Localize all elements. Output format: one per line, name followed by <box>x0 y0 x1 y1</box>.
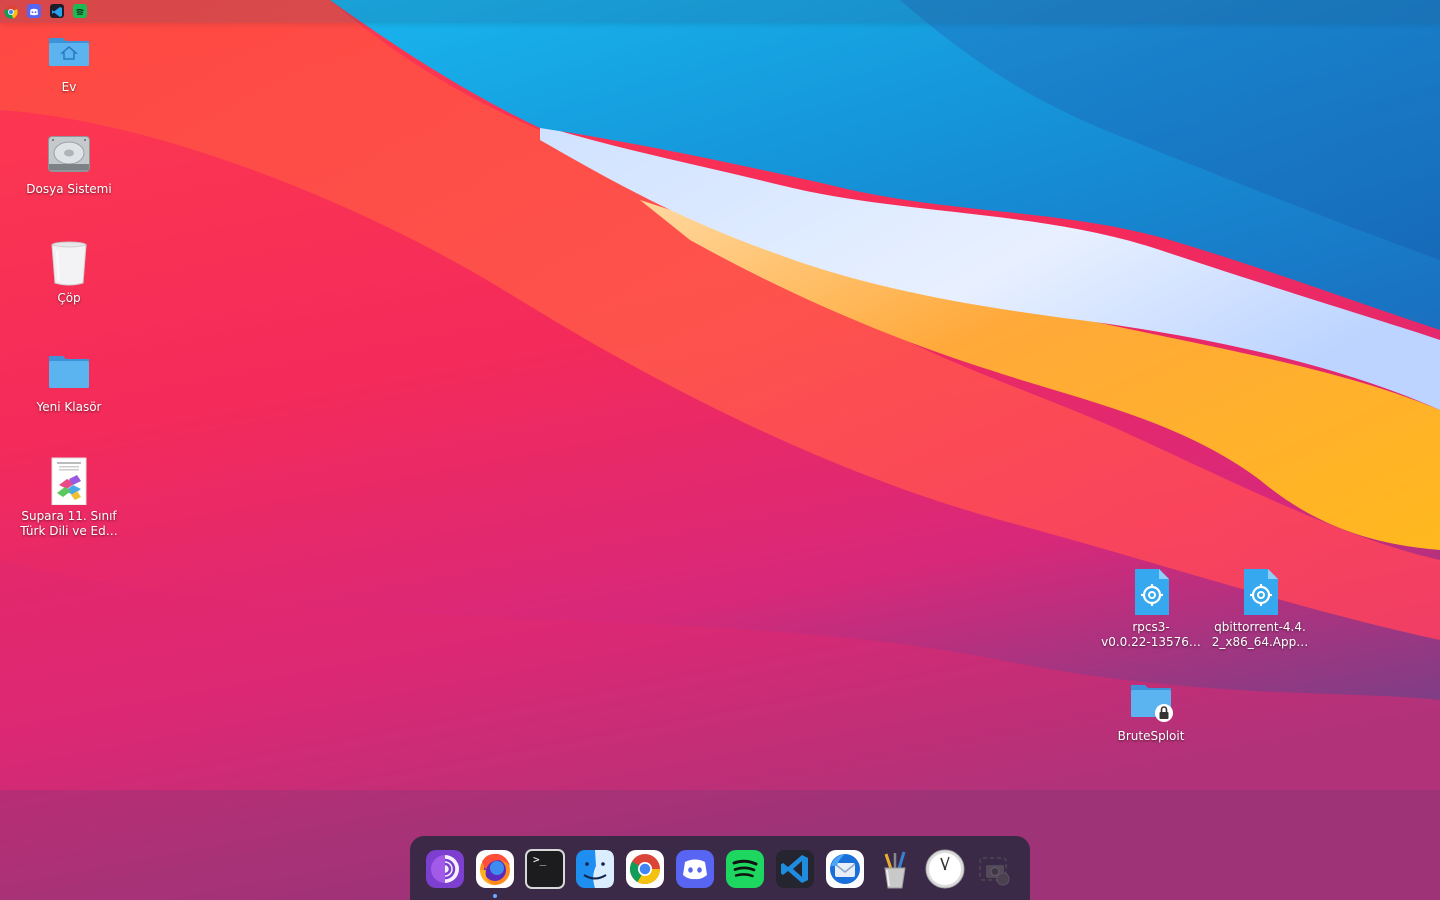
desktop-item-file-system[interactable]: Dosya Sistemi <box>14 130 124 197</box>
desktop-item-new-folder[interactable]: Yeni Klasör <box>14 348 124 415</box>
desktop-item-home[interactable]: Ev <box>14 28 124 95</box>
desktop-item-label: Ev <box>61 80 77 94</box>
spotify-icon[interactable] <box>73 4 87 18</box>
screenshot-icon[interactable] <box>974 848 1016 890</box>
document-thumbnail-icon <box>45 457 93 506</box>
desktop-item-label: qbittorrent-4.4. 2_x86_64.App… <box>1205 620 1315 650</box>
trash-icon <box>45 239 93 287</box>
desktop-item-label: Çöp <box>57 291 81 305</box>
terminal-icon[interactable]: >_ <box>524 848 566 890</box>
running-indicator <box>493 894 497 898</box>
top-panel <box>0 0 1440 23</box>
thunderbird-icon[interactable] <box>824 848 866 890</box>
hard-drive-icon <box>45 130 93 178</box>
terminal-prompt: >_ <box>533 853 547 866</box>
vscode-icon[interactable] <box>50 4 64 18</box>
label-line-1: Supara 11. Sınıf <box>21 509 117 523</box>
firefox-icon[interactable] <box>474 848 516 890</box>
chrome-icon[interactable] <box>624 848 666 890</box>
finder-icon[interactable] <box>574 848 616 890</box>
desktop-item-label: Supara 11. Sınıf Türk Dili ve Ed… <box>14 509 124 539</box>
desktop-wallpaper <box>0 0 1440 900</box>
desktop-item-label: Yeni Klasör <box>36 400 102 414</box>
desktop-item-trash[interactable]: Çöp <box>14 239 124 306</box>
tor-browser-icon[interactable] <box>424 848 466 890</box>
chrome-icon[interactable] <box>4 4 18 19</box>
discord-icon[interactable] <box>27 4 41 18</box>
locked-folder-icon <box>1127 677 1175 725</box>
desktop-item-label: Dosya Sistemi <box>26 182 112 196</box>
spotify-icon[interactable] <box>724 848 766 890</box>
desktop-item-label: BruteSploit <box>1117 729 1185 743</box>
folder-icon <box>45 348 93 396</box>
desktop-item-brutesploit[interactable]: BruteSploit <box>1096 677 1206 744</box>
label-line-1: qbittorrent-4.4. <box>1214 620 1306 634</box>
vscode-icon[interactable] <box>774 848 816 890</box>
discord-icon[interactable] <box>674 848 716 890</box>
home-folder-icon <box>45 28 93 76</box>
desktop-item-document[interactable]: Supara 11. Sınıf Türk Dili ve Ed… <box>14 457 124 539</box>
desktop-item-label: rpcs3- v0.0.22-13576… <box>1096 620 1206 650</box>
desktop-item-qbittorrent[interactable]: qbittorrent-4.4. 2_x86_64.App… <box>1205 568 1315 650</box>
pencil-cup-icon[interactable] <box>874 848 916 890</box>
label-line-2: 2_x86_64.App… <box>1211 635 1309 649</box>
appimage-gear-icon <box>1127 568 1175 616</box>
dock: >_ <box>410 836 1030 900</box>
label-line-2: v0.0.22-13576… <box>1101 635 1201 649</box>
desktop-item-rpcs3[interactable]: rpcs3- v0.0.22-13576… <box>1096 568 1206 650</box>
clock-icon[interactable] <box>924 848 966 890</box>
appimage-gear-icon <box>1236 568 1284 616</box>
label-line-2: Türk Dili ve Ed… <box>20 524 118 538</box>
label-line-1: rpcs3- <box>1132 620 1170 634</box>
